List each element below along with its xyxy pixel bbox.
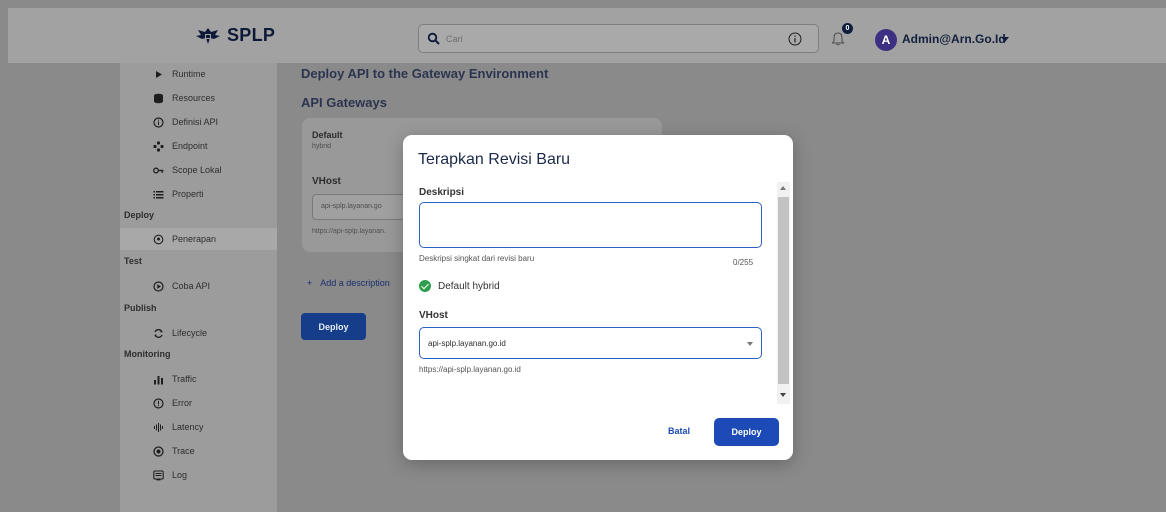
list-icon	[153, 190, 164, 198]
sidebar-item-label: Definisi API	[172, 117, 219, 127]
vhost-selected-value: api-splp.layanan.go.id	[428, 339, 506, 348]
description-helper-text: Deskripsi singkat dari revisi baru	[419, 254, 535, 263]
scroll-down-arrow-icon[interactable]	[780, 393, 786, 397]
sidebar-section-test: Test	[124, 256, 142, 266]
gateway-name: Default	[312, 130, 343, 140]
chevron-down-icon[interactable]	[747, 342, 753, 346]
endpoint-icon	[153, 140, 164, 152]
error-icon	[153, 397, 164, 409]
sidebar-item-scope-lokal[interactable]: Scope Lokal	[120, 159, 277, 181]
sidebar-item-label: Endpoint	[172, 141, 208, 151]
sidebar-item-label: Coba API	[172, 281, 211, 291]
top-header: SPLP 0 A Admin@Arn.Go.Id	[8, 8, 1166, 63]
sidebar-item-coba-api[interactable]: Coba API	[120, 275, 277, 297]
sidebar-item-label: Log	[172, 470, 188, 480]
vhost-select[interactable]: api-splp.layanan.go.id	[419, 327, 762, 359]
deploy-revision-dialog: Terapkan Revisi Baru Deskripsi Deskripsi…	[403, 135, 793, 460]
sidebar-item-properti[interactable]: Properti	[120, 183, 277, 205]
sidebar-item-label: Error	[172, 398, 192, 408]
sidebar: Runtime Resources Definisi API Endpoint …	[120, 63, 277, 512]
bell-icon[interactable]	[830, 31, 846, 47]
sidebar-item-endpoint[interactable]: Endpoint	[120, 135, 277, 157]
description-label: Deskripsi	[419, 187, 465, 198]
sidebar-item-label: Resources	[172, 93, 216, 103]
sidebar-item-label: Latency	[172, 422, 204, 432]
sidebar-item-label: Trace	[172, 446, 195, 456]
info-icon[interactable]	[788, 32, 802, 46]
vhost-label: VHost	[419, 310, 448, 321]
scroll-up-arrow-icon[interactable]	[780, 186, 786, 190]
section-title: API Gateways	[301, 95, 387, 110]
gateway-type: hybrid	[312, 143, 332, 150]
notification-badge: 0	[842, 23, 853, 34]
vhost-url: https://api-splp.layanan.go.id	[419, 365, 521, 374]
info-icon	[153, 116, 164, 128]
trace-icon	[153, 445, 164, 457]
location-icon	[153, 234, 164, 244]
latency-icon	[154, 422, 163, 432]
sidebar-item-label: Scope Lokal	[172, 165, 222, 175]
sidebar-item-log[interactable]: Log	[120, 464, 277, 486]
plus-icon: +	[307, 278, 313, 288]
sidebar-section-monitoring: Monitoring	[124, 349, 171, 359]
dialog-title: Terapkan Revisi Baru	[418, 151, 571, 168]
search-box[interactable]	[418, 24, 819, 53]
dialog-scrollbar[interactable]	[777, 182, 790, 404]
sidebar-section-deploy: Deploy	[124, 210, 155, 220]
search-input[interactable]	[446, 30, 786, 48]
scrollbar-thumb[interactable]	[778, 197, 789, 384]
sidebar-item-runtime[interactable]: Runtime	[120, 63, 277, 85]
add-description-label: Add a description	[320, 278, 390, 288]
sidebar-item-label: Properti	[172, 189, 204, 199]
description-textarea[interactable]	[419, 202, 762, 248]
logo-text: SPLP	[227, 25, 276, 45]
check-circle-icon	[419, 280, 431, 292]
sidebar-item-penerapan[interactable]: Penerapan	[120, 228, 277, 250]
cancel-button[interactable]: Batal	[659, 420, 699, 442]
chevron-down-icon[interactable]	[1001, 37, 1009, 42]
database-icon	[154, 93, 163, 103]
key-icon	[153, 167, 164, 173]
sidebar-item-traffic[interactable]: Traffic	[120, 368, 277, 390]
bar-chart-icon	[154, 375, 163, 384]
sidebar-item-trace[interactable]: Trace	[120, 440, 277, 462]
deploy-button[interactable]: Deploy	[714, 418, 779, 446]
sidebar-item-resources[interactable]: Resources	[120, 87, 277, 109]
log-icon	[153, 469, 164, 480]
sidebar-item-label: Lifecycle	[172, 328, 208, 338]
page-title: Deploy API to the Gateway Environment	[301, 66, 549, 81]
sidebar-section-publish: Publish	[124, 303, 157, 313]
user-menu-name[interactable]: Admin@Arn.Go.Id	[902, 32, 1006, 46]
sidebar-item-label: Runtime	[172, 69, 206, 79]
sidebar-item-label: Traffic	[172, 374, 197, 384]
description-char-count: 0/255	[733, 258, 754, 267]
play-circle-icon	[153, 280, 164, 292]
default-gateway-label: Default hybrid	[438, 281, 500, 292]
cycle-icon	[154, 328, 163, 338]
sidebar-item-label: Penerapan	[172, 234, 217, 244]
garuda-logo-icon	[196, 27, 220, 44]
sidebar-item-latency[interactable]: Latency	[120, 416, 277, 438]
gateway-vhost-label: VHost	[312, 176, 341, 187]
avatar[interactable]: A	[875, 29, 897, 51]
add-description-link[interactable]: + Add a description	[307, 278, 390, 288]
sidebar-item-definisi-api[interactable]: Definisi API	[120, 111, 277, 133]
logo[interactable]: SPLP	[194, 25, 275, 46]
gateway-vhost-url: https://api-splp.layanan.	[312, 228, 386, 235]
play-icon	[156, 70, 162, 78]
sidebar-item-error[interactable]: Error	[120, 392, 277, 414]
deploy-button-background[interactable]: Deploy	[301, 313, 366, 340]
sidebar-item-lifecycle[interactable]: Lifecycle	[120, 322, 277, 344]
search-icon	[427, 32, 440, 45]
